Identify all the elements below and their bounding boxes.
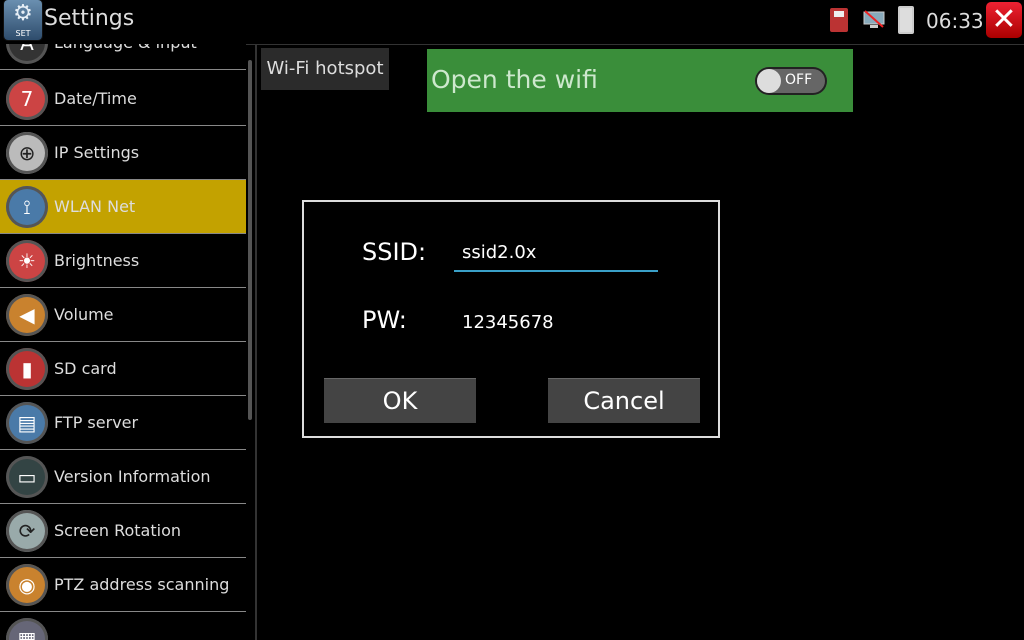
sidebar-item-volume[interactable]: ◀ Volume [0, 288, 246, 342]
toggle-state-label: OFF [785, 72, 813, 88]
sidebar-item-date-time[interactable]: 7 Date/Time [0, 72, 246, 126]
rotation-icon: ⟳ [6, 510, 48, 552]
sidebar-item-screen-rotation[interactable]: ⟳ Screen Rotation [0, 504, 246, 558]
ok-button[interactable]: OK [324, 378, 476, 423]
brightness-icon: ☀ [6, 240, 48, 282]
partial-item-icon: ▦ [6, 618, 48, 640]
sidebar-item-label: PTZ address scanning [54, 575, 230, 594]
sidebar-item-label: Screen Rotation [54, 521, 182, 540]
ssid-label: SSID: [362, 238, 427, 266]
sidebar-item-label: Date/Time [54, 89, 137, 108]
speaker-icon: ◀ [6, 294, 48, 336]
pw-value: 12345678 [462, 312, 554, 333]
sidebar-item-brightness[interactable]: ☀ Brightness [0, 234, 246, 288]
wifi-hotspot-button[interactable]: Wi-Fi hotspot [261, 48, 389, 90]
network-disconnected-icon [863, 10, 885, 28]
language-icon: A [6, 44, 48, 64]
page-title: Settings [44, 6, 135, 31]
open-wifi-panel: Open the wifi OFF [427, 49, 853, 112]
sidebar-item-wlan-net[interactable]: ⟟ WLAN Net [0, 180, 246, 234]
sidebar-scrollbar[interactable] [248, 60, 252, 420]
cancel-button[interactable]: Cancel [548, 378, 700, 423]
sidebar-item-version-information[interactable]: ▭ Version Information [0, 450, 246, 504]
close-button[interactable]: ✕ [986, 2, 1022, 38]
battery-icon [898, 6, 914, 34]
sidebar-item-ptz-address-scanning[interactable]: ◉ PTZ address scanning [0, 558, 246, 612]
settings-sidebar[interactable]: A Language & input 7 Date/Time ⊕ IP Sett… [0, 44, 246, 640]
antenna-icon: ⟟ [6, 186, 48, 228]
sidebar-item-label: FTP server [54, 413, 139, 432]
sidebar-item-label: Version Information [54, 467, 211, 486]
app-icon-label: SET [15, 29, 31, 38]
settings-app-icon: ⚙ SET [4, 0, 42, 40]
close-icon: ✕ [991, 2, 1017, 37]
ftp-server-icon: ▤ [6, 402, 48, 444]
sidebar-item-label: Brightness [54, 251, 140, 270]
sidebar-item-label: SD card [54, 359, 117, 378]
monitor-icon: ▭ [6, 456, 48, 498]
ssid-input[interactable]: ssid2.0x [454, 238, 658, 272]
ssid-input-value: ssid2.0x [462, 242, 537, 263]
sidebar-item-language[interactable]: A Language & input [0, 44, 246, 70]
sidebar-item-label: Volume [54, 305, 114, 324]
sidebar-item-label: Language & input [54, 44, 197, 70]
clock: 06:33 [926, 9, 984, 33]
wifi-toggle[interactable]: OFF [755, 67, 827, 95]
open-wifi-label: Open the wifi [431, 65, 598, 94]
sd-card-icon [830, 8, 848, 32]
vertical-divider [255, 44, 257, 640]
sidebar-item-ftp-server[interactable]: ▤ FTP server [0, 396, 246, 450]
wifi-credentials-dialog: SSID: ssid2.0x PW: 12345678 OK Cancel [302, 200, 720, 438]
top-bar: ⚙ SET Settings 06:33 ✕ [0, 0, 1024, 45]
sidebar-item-label: IP Settings [54, 143, 140, 162]
sidebar-item-ip-settings[interactable]: ⊕ IP Settings [0, 126, 246, 180]
sidebar-item-sd-card[interactable]: ▮ SD card [0, 342, 246, 396]
gear-icon: ⚙ [13, 1, 33, 26]
calendar-clock-icon: 7 [6, 78, 48, 120]
globe-icon: ⊕ [6, 132, 48, 174]
pw-label: PW: [362, 306, 407, 334]
ptz-camera-icon: ◉ [6, 564, 48, 606]
sd-card-icon: ▮ [6, 348, 48, 390]
sidebar-item-partial[interactable]: ▦ [0, 612, 246, 640]
toggle-knob [757, 69, 781, 93]
sidebar-item-label: WLAN Net [54, 197, 136, 216]
